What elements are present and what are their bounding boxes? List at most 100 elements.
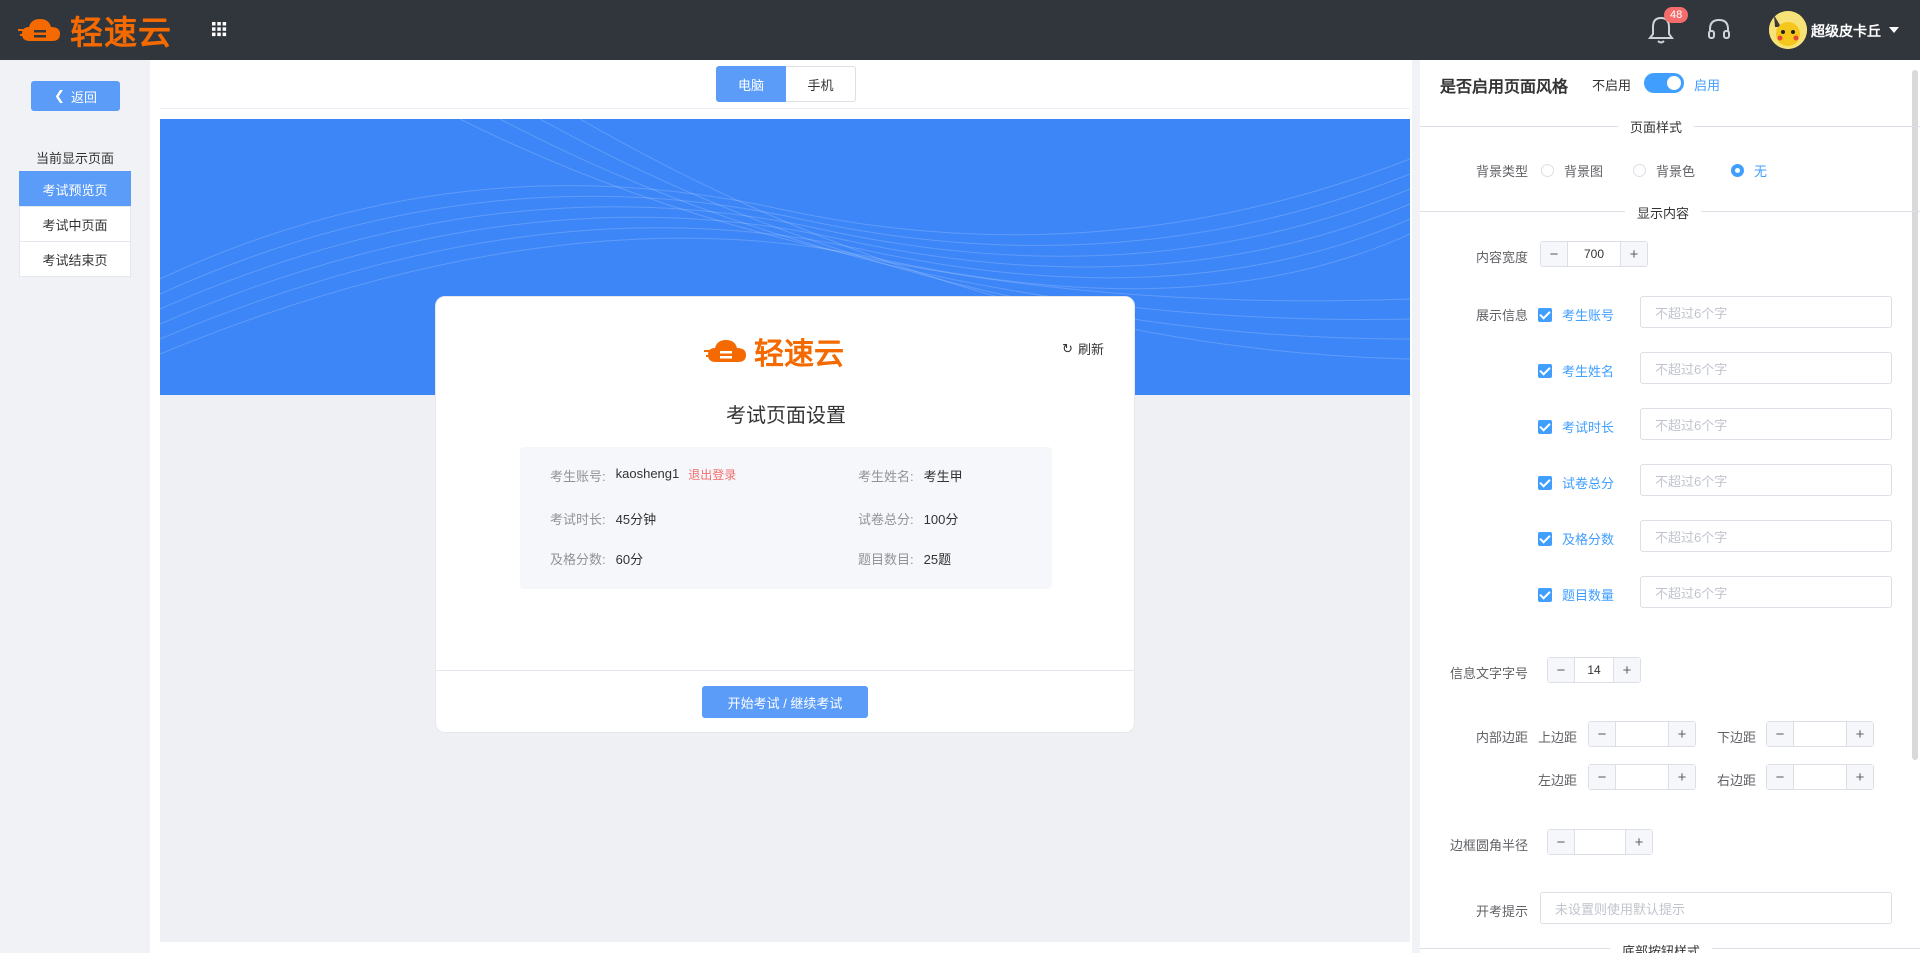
settings-panel: 是否启用页面风格 不启用 启用 页面样式 背景类型 背景图 背景色 无 显示内容…	[1420, 60, 1920, 953]
tab-desktop[interactable]: 电脑	[716, 66, 786, 102]
checkbox-checked-icon	[1538, 475, 1552, 490]
padding-top-label: 上边距	[1538, 730, 1578, 745]
plus-icon[interactable]: +	[1669, 765, 1695, 789]
padding-top-value[interactable]	[1615, 722, 1669, 746]
plus-icon[interactable]: +	[1626, 830, 1652, 854]
start-exam-button[interactable]: 开始考试 / 继续考试	[702, 686, 868, 718]
info-name-value: 考生甲	[923, 469, 963, 484]
caret-down-icon[interactable]	[1889, 27, 1899, 33]
checkbox-checked-icon	[1538, 531, 1552, 546]
padding-label: 内部边距	[1475, 730, 1528, 745]
count-alias-input[interactable]: 不超过6个字	[1640, 576, 1892, 608]
pikachu-avatar-icon	[1769, 11, 1807, 49]
refresh-icon: ↻	[1062, 340, 1073, 356]
checkbox-checked-icon	[1538, 419, 1552, 434]
exam-preview: 轻速云 ↻ 刷新 考试页面设置 考生账号: kaosheng1 退出登录 考生姓…	[160, 119, 1410, 942]
page-list: 考试预览页 考试中页面 考试结束页	[19, 171, 131, 277]
minus-icon[interactable]: −	[1589, 722, 1615, 746]
logout-link[interactable]: 退出登录	[688, 466, 736, 485]
padding-left-stepper[interactable]: − +	[1588, 764, 1696, 790]
sidebar-item-preview[interactable]: 考试预览页	[19, 171, 131, 207]
info-count-label: 题目数目:	[858, 552, 914, 567]
padding-left-value[interactable]	[1615, 765, 1669, 789]
checkbox-checked-icon	[1538, 307, 1552, 322]
cloud-logo-icon	[18, 19, 60, 41]
info-account-value: kaosheng1	[615, 466, 680, 481]
checkbox-duration[interactable]: 考试时长	[1538, 417, 1614, 436]
show-info-label: 展示信息	[1475, 308, 1528, 323]
radio-bg-none[interactable]: 无	[1731, 161, 1767, 180]
minus-icon[interactable]: −	[1767, 765, 1793, 789]
checkbox-duration-label: 考试时长	[1562, 420, 1615, 435]
tip-label: 开考提示	[1475, 904, 1528, 919]
chevron-left-icon: ❮	[54, 88, 65, 103]
tip-input[interactable]: 未设置则使用默认提示	[1540, 892, 1892, 924]
info-duration-value: 45分钟	[615, 512, 657, 527]
refresh-label: 刷新	[1077, 342, 1104, 357]
scrollbar[interactable]	[1912, 70, 1918, 760]
checkbox-total-label: 试卷总分	[1562, 476, 1615, 491]
back-button-label: 返回	[70, 89, 97, 105]
padding-right-value[interactable]	[1793, 765, 1847, 789]
plus-icon[interactable]: +	[1669, 722, 1695, 746]
content-width-stepper[interactable]: − 700 +	[1540, 241, 1648, 267]
info-total: 试卷总分: 100分	[858, 509, 958, 528]
avatar[interactable]	[1769, 11, 1807, 49]
radio-dot	[1731, 164, 1744, 177]
font-size-value[interactable]: 14	[1574, 658, 1614, 682]
checkbox-pass[interactable]: 及格分数	[1538, 529, 1614, 548]
padding-top-stepper[interactable]: − +	[1588, 721, 1696, 747]
pass-alias-input[interactable]: 不超过6个字	[1640, 520, 1892, 552]
card-brand-logo: 轻速云	[704, 329, 844, 373]
minus-icon[interactable]: −	[1548, 658, 1574, 682]
info-count: 题目数目: 25题	[858, 549, 951, 568]
radio-bg-image[interactable]: 背景图	[1541, 161, 1603, 180]
padding-bottom-stepper[interactable]: − +	[1766, 721, 1874, 747]
checkbox-total[interactable]: 试卷总分	[1538, 473, 1614, 492]
plus-icon[interactable]: +	[1847, 765, 1873, 789]
card-brand-name: 轻速云	[754, 338, 844, 371]
top-bar: 轻速云 48 超级皮卡丘	[0, 0, 1920, 60]
checkbox-name[interactable]: 考生姓名	[1538, 361, 1614, 380]
padding-bottom-value[interactable]	[1793, 722, 1847, 746]
minus-icon[interactable]: −	[1548, 830, 1574, 854]
sidebar-item-end[interactable]: 考试结束页	[19, 241, 131, 277]
style-toggle[interactable]	[1644, 73, 1684, 93]
minus-icon[interactable]: −	[1589, 765, 1615, 789]
brand-logo[interactable]: 轻速云	[18, 12, 172, 51]
refresh-button[interactable]: ↻ 刷新	[1062, 339, 1104, 358]
checkbox-pass-label: 及格分数	[1562, 532, 1615, 547]
minus-icon[interactable]: −	[1541, 242, 1567, 266]
switch-off-label[interactable]: 不启用	[1592, 75, 1631, 94]
font-size-stepper[interactable]: − 14 +	[1547, 657, 1641, 683]
radio-bg-color[interactable]: 背景色	[1633, 161, 1695, 180]
plus-icon[interactable]: +	[1614, 658, 1640, 682]
minus-icon[interactable]: −	[1767, 722, 1793, 746]
radio-bg-image-label: 背景图	[1564, 164, 1604, 179]
checkbox-account[interactable]: 考生账号	[1538, 305, 1614, 324]
account-alias-input[interactable]: 不超过6个字	[1640, 296, 1892, 328]
info-name-label: 考生姓名:	[858, 469, 914, 484]
name-alias-input[interactable]: 不超过6个字	[1640, 352, 1892, 384]
headset-icon[interactable]	[1706, 17, 1732, 43]
padding-right-label: 右边距	[1717, 773, 1757, 788]
back-button[interactable]: ❮ 返回	[31, 81, 120, 111]
sidebar-item-in-exam[interactable]: 考试中页面	[19, 206, 131, 242]
content-width-value[interactable]: 700	[1567, 242, 1621, 266]
info-account-label: 考生账号:	[550, 469, 606, 484]
plus-icon[interactable]: +	[1621, 242, 1647, 266]
sidebar: ❮ 返回 当前显示页面 考试预览页 考试中页面 考试结束页	[0, 60, 150, 953]
padding-right-stepper[interactable]: − +	[1766, 764, 1874, 790]
font-size-label: 信息文字字号	[1449, 666, 1528, 681]
apps-grid-icon[interactable]	[209, 19, 229, 39]
checkbox-count[interactable]: 题目数量	[1538, 585, 1614, 604]
username[interactable]: 超级皮卡丘	[1811, 21, 1881, 41]
checkbox-checked-icon	[1538, 587, 1552, 602]
duration-alias-input[interactable]: 不超过6个字	[1640, 408, 1892, 440]
plus-icon[interactable]: +	[1847, 722, 1873, 746]
tab-mobile[interactable]: 手机	[786, 66, 856, 102]
total-alias-input[interactable]: 不超过6个字	[1640, 464, 1892, 496]
radius-value[interactable]	[1574, 830, 1626, 854]
radius-stepper[interactable]: − +	[1547, 829, 1653, 855]
switch-on-label[interactable]: 启用	[1694, 75, 1720, 94]
